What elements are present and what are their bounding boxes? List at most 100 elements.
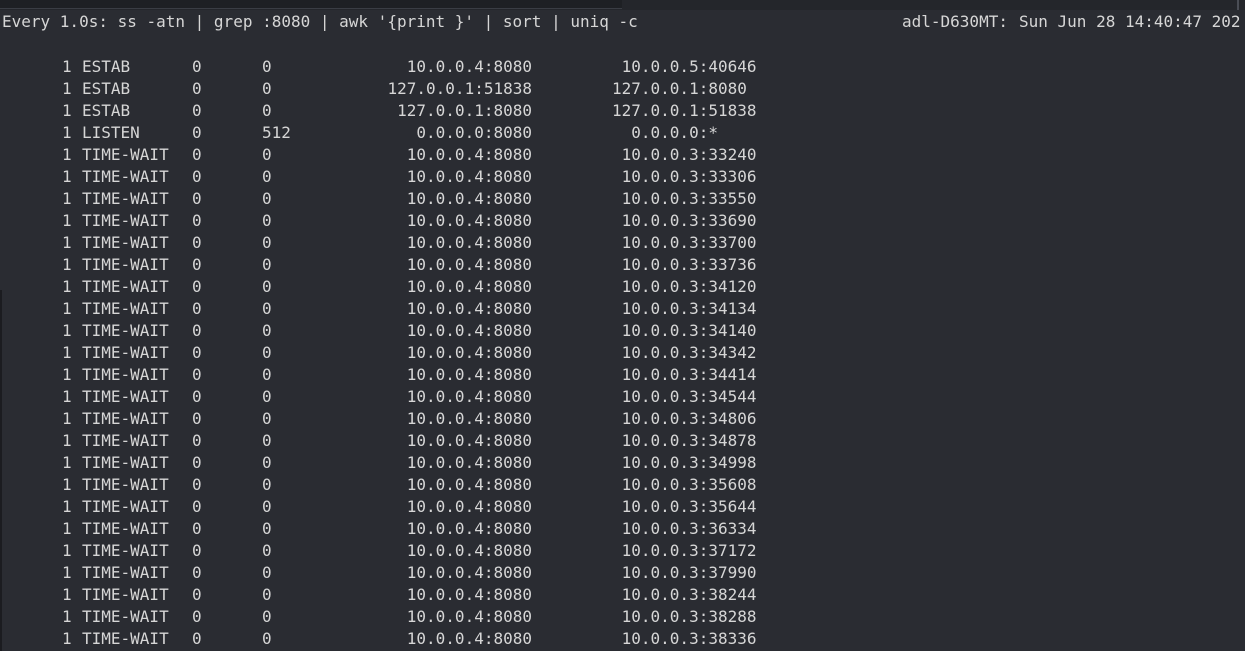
socket-row: 1 TIME-WAIT 0 0 10.0.0.4:8080 10.0.0.3:35608 [0, 474, 1245, 496]
local-address: 10.0.0.4:8080 [406, 387, 532, 406]
socket-state: TIME-WAIT [82, 189, 169, 208]
recv-queue: 0 [192, 497, 202, 516]
terminal-window[interactable]: Every 1.0s: ss -atn | grep :8080 | awk '… [0, 0, 1245, 651]
send-queue: 0 [262, 387, 272, 406]
pane-divider[interactable] [1237, 0, 1239, 10]
connection-count: 1 [62, 299, 72, 318]
local-address: 10.0.0.4:8080 [406, 343, 532, 362]
recv-queue: 0 [192, 123, 202, 142]
socket-row: 1 TIME-WAIT 0 0 10.0.0.4:8080 10.0.0.3:34878 [0, 430, 1245, 452]
recv-queue: 0 [192, 211, 202, 230]
socket-row: 1 ESTAB 0 0 127.0.0.1:8080 127.0.0.1:51838 [0, 100, 1245, 122]
recv-queue: 0 [192, 607, 202, 626]
local-address: 10.0.0.4:8080 [406, 167, 532, 186]
send-queue: 0 [262, 607, 272, 626]
socket-row: 1 TIME-WAIT 0 0 10.0.0.4:8080 10.0.0.3:33736 [0, 254, 1245, 276]
peer-address: 10.0.0.3:34878 [612, 431, 757, 450]
peer-address: 10.0.0.3:34544 [612, 387, 757, 406]
peer-address: 10.0.0.3:33700 [612, 233, 757, 252]
local-address: 127.0.0.1:8080 [397, 101, 532, 120]
peer-address: 10.0.0.3:33240 [612, 145, 757, 164]
socket-state: TIME-WAIT [82, 277, 169, 296]
recv-queue: 0 [192, 321, 202, 340]
socket-row: 1 ESTAB 0 0 10.0.0.4:8080 10.0.0.5:40646 [0, 56, 1245, 78]
peer-address: 10.0.0.3:34342 [612, 343, 757, 362]
peer-address: 10.0.0.3:35644 [612, 497, 757, 516]
send-queue: 0 [262, 519, 272, 538]
socket-state: TIME-WAIT [82, 409, 169, 428]
local-address: 10.0.0.4:8080 [406, 145, 532, 164]
connection-count: 1 [62, 167, 72, 186]
local-address: 10.0.0.4:8080 [406, 629, 532, 648]
send-queue: 0 [262, 563, 272, 582]
local-address: 127.0.0.1:51838 [387, 79, 533, 98]
terminal-tab[interactable] [0, 0, 622, 9]
socket-row: 1 LISTEN 0 512 0.0.0.0:8080 0.0.0.0:* [0, 122, 1245, 144]
peer-address: 10.0.0.3:34134 [612, 299, 757, 318]
local-address: 10.0.0.4:8080 [406, 255, 532, 274]
recv-queue: 0 [192, 475, 202, 494]
peer-address: 0.0.0.0:* [612, 123, 718, 142]
local-address: 10.0.0.4:8080 [406, 409, 532, 428]
connection-count: 1 [62, 387, 72, 406]
socket-row: 1 TIME-WAIT 0 0 10.0.0.4:8080 10.0.0.3:38288 [0, 606, 1245, 628]
socket-row: 1 TIME-WAIT 0 0 10.0.0.4:8080 10.0.0.3:35644 [0, 496, 1245, 518]
connection-count: 1 [62, 541, 72, 560]
peer-address: 127.0.0.1:51838 [612, 101, 757, 120]
socket-state: TIME-WAIT [82, 519, 169, 538]
recv-queue: 0 [192, 519, 202, 538]
recv-queue: 0 [192, 629, 202, 648]
socket-state: LISTEN [82, 123, 140, 142]
connection-count: 1 [62, 453, 72, 472]
recv-queue: 0 [192, 189, 202, 208]
socket-row: 1 TIME-WAIT 0 0 10.0.0.4:8080 10.0.0.3:38244 [0, 584, 1245, 606]
recv-queue: 0 [192, 277, 202, 296]
recv-queue: 0 [192, 167, 202, 186]
socket-state: TIME-WAIT [82, 145, 169, 164]
socket-state: TIME-WAIT [82, 453, 169, 472]
connection-count: 1 [62, 79, 72, 98]
watch-header: Every 1.0s: ss -atn | grep :8080 | awk '… [0, 11, 1245, 33]
connection-count: 1 [62, 189, 72, 208]
recv-queue: 0 [192, 387, 202, 406]
socket-row: 1 TIME-WAIT 0 0 10.0.0.4:8080 10.0.0.3:34806 [0, 408, 1245, 430]
send-queue: 0 [262, 145, 272, 164]
local-address: 10.0.0.4:8080 [406, 299, 532, 318]
connection-count: 1 [62, 101, 72, 120]
recv-queue: 0 [192, 233, 202, 252]
local-address: 10.0.0.4:8080 [406, 431, 532, 450]
socket-row: 1 TIME-WAIT 0 0 10.0.0.4:8080 10.0.0.3:34120 [0, 276, 1245, 298]
send-queue: 0 [262, 101, 272, 120]
peer-address: 127.0.0.1:8080 [612, 79, 747, 98]
recv-queue: 0 [192, 79, 202, 98]
socket-state: TIME-WAIT [82, 607, 169, 626]
connection-count: 1 [62, 321, 72, 340]
recv-queue: 0 [192, 57, 202, 76]
send-queue: 0 [262, 233, 272, 252]
socket-state: TIME-WAIT [82, 629, 169, 648]
local-address: 10.0.0.4:8080 [406, 321, 532, 340]
connection-count: 1 [62, 145, 72, 164]
peer-address: 10.0.0.3:33736 [612, 255, 757, 274]
connection-count: 1 [62, 607, 72, 626]
peer-address: 10.0.0.3:33306 [612, 167, 757, 186]
connection-count: 1 [62, 211, 72, 230]
connection-count: 1 [62, 409, 72, 428]
recv-queue: 0 [192, 453, 202, 472]
send-queue: 512 [262, 123, 291, 142]
send-queue: 0 [262, 321, 272, 340]
peer-address: 10.0.0.3:34806 [612, 409, 757, 428]
socket-state: TIME-WAIT [82, 475, 169, 494]
connection-count: 1 [62, 431, 72, 450]
peer-address: 10.0.0.3:38336 [612, 629, 757, 648]
socket-row: 1 TIME-WAIT 0 0 10.0.0.4:8080 10.0.0.3:34414 [0, 364, 1245, 386]
connection-count: 1 [62, 629, 72, 648]
connection-count: 1 [62, 343, 72, 362]
local-address: 10.0.0.4:8080 [406, 585, 532, 604]
socket-row: 1 TIME-WAIT 0 0 10.0.0.4:8080 10.0.0.3:34342 [0, 342, 1245, 364]
local-address: 10.0.0.4:8080 [406, 563, 532, 582]
socket-row: 1 TIME-WAIT 0 0 10.0.0.4:8080 10.0.0.3:36334 [0, 518, 1245, 540]
recv-queue: 0 [192, 255, 202, 274]
send-queue: 0 [262, 629, 272, 648]
connection-count: 1 [62, 233, 72, 252]
